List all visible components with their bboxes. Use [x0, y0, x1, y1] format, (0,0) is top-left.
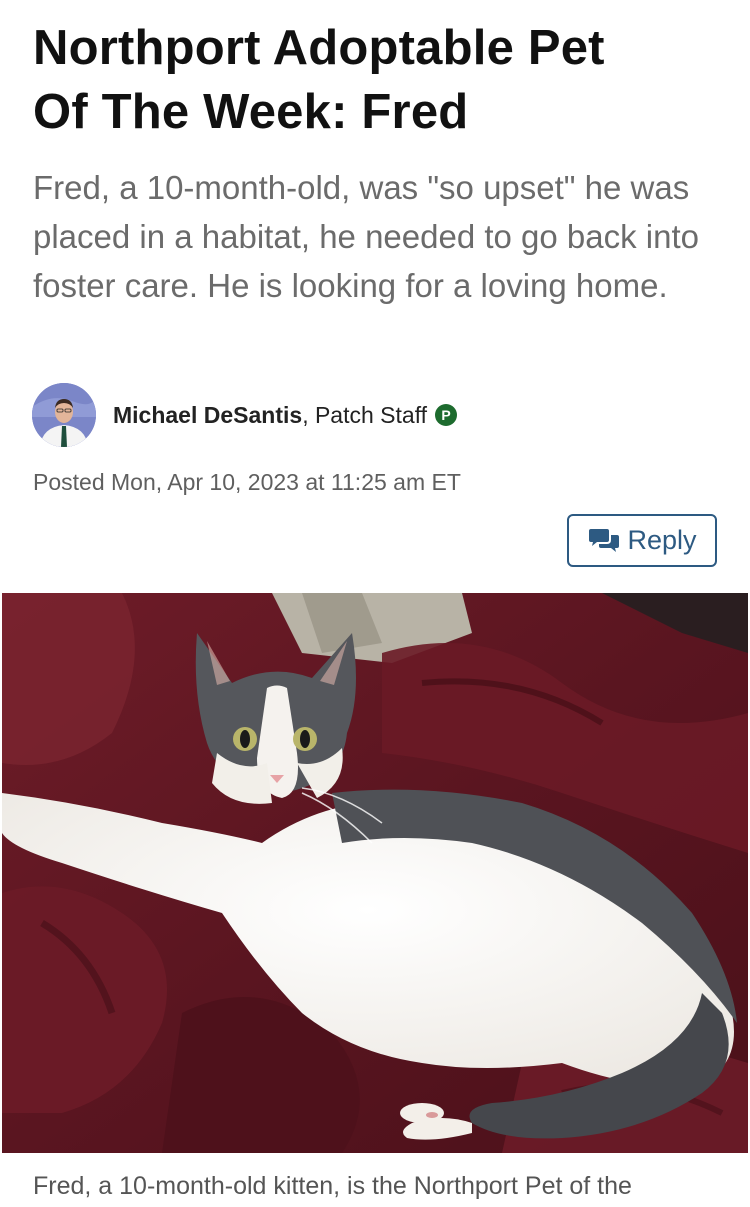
author-info: Michael DeSantis, Patch Staff P — [113, 401, 458, 429]
posted-timestamp: Posted Mon, Apr 10, 2023 at 11:25 am ET — [33, 469, 461, 495]
article-page: Northport Adoptable Pet Of The Week: Fre… — [0, 0, 750, 1207]
article-title-line-2: Of The Week: Fred — [33, 85, 469, 139]
article-dek: Fred, a 10-month-old, was "so upset" he … — [33, 169, 700, 304]
reply-button[interactable]: Reply — [567, 514, 717, 567]
photo-caption: Fred, a 10-month-old kitten, is the Nort… — [33, 1172, 632, 1200]
author-role: , Patch Staff — [302, 401, 428, 428]
author-avatar[interactable] — [32, 383, 96, 447]
byline: Michael DeSantis, Patch Staff P — [32, 383, 458, 447]
chat-bubbles-icon — [587, 528, 621, 554]
article-photo-cat — [2, 593, 748, 1153]
author-name[interactable]: Michael DeSantis — [113, 402, 302, 429]
patch-badge-icon: P — [435, 404, 458, 426]
article-title-line-1: Northport Adoptable Pet — [33, 21, 605, 75]
reply-label: Reply — [627, 525, 697, 555]
article-title: Northport Adoptable Pet Of The Week: Fre… — [33, 16, 723, 144]
